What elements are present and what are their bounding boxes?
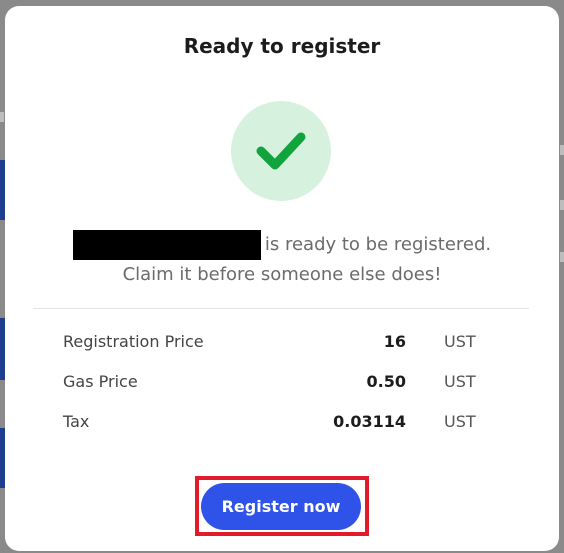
check-icon	[256, 132, 306, 170]
background-page-fragment	[0, 112, 4, 122]
redacted-name	[72, 230, 261, 260]
price-unit: UST	[444, 412, 476, 431]
ready-message: is ready to be registered. Claim it befo…	[5, 230, 559, 290]
price-unit: UST	[444, 372, 476, 391]
price-value: 0.50	[366, 372, 406, 391]
message-line-2: Claim it before someone else does!	[122, 264, 442, 285]
price-value: 16	[383, 332, 406, 351]
price-value: 0.03114	[333, 412, 406, 431]
price-table: Registration Price 16 UST Gas Price 0.50…	[63, 332, 483, 452]
background-page-fragment	[560, 252, 564, 262]
success-indicator	[231, 101, 331, 201]
price-label: Tax	[63, 412, 90, 431]
message-line-1: is ready to be registered.	[5, 230, 559, 260]
price-label: Registration Price	[63, 332, 204, 351]
price-row-tax: Tax 0.03114 UST	[63, 412, 483, 452]
background-page-fragment	[560, 200, 564, 210]
modal-title: Ready to register	[183, 34, 381, 58]
price-row-gas: Gas Price 0.50 UST	[63, 372, 483, 412]
price-row-registration: Registration Price 16 UST	[63, 332, 483, 372]
price-label: Gas Price	[63, 372, 138, 391]
register-now-button[interactable]: Register now	[201, 483, 361, 530]
background-page-fragment	[560, 145, 564, 155]
price-unit: UST	[444, 332, 476, 351]
message-line-1-text: is ready to be registered.	[264, 234, 492, 255]
register-modal: Ready to register is ready to be registe…	[5, 6, 559, 551]
divider	[33, 308, 529, 309]
